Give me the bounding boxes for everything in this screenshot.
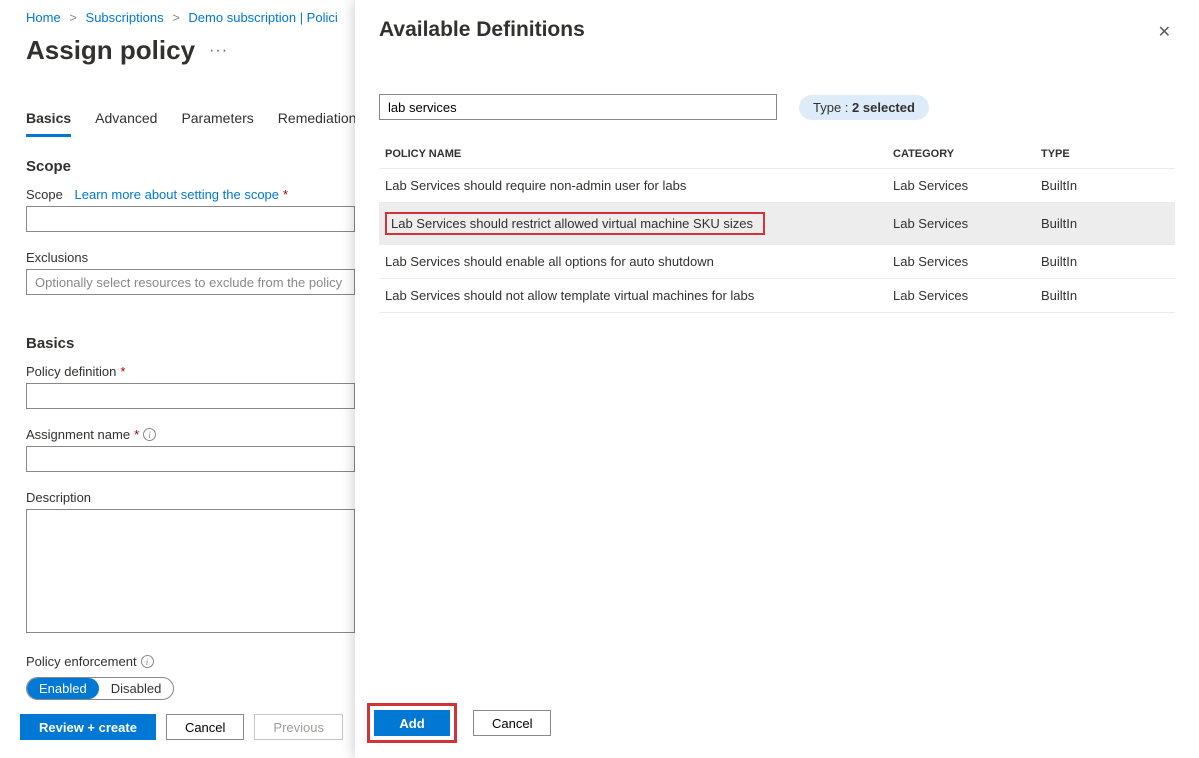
flyout-title: Available Definitions: [379, 18, 585, 42]
info-icon[interactable]: i: [143, 428, 156, 441]
assign-policy-panel: Home > Subscriptions > Demo subscription…: [0, 0, 355, 758]
close-icon: ✕: [1158, 24, 1171, 41]
policy-type-cell: BuiltIn: [1037, 245, 1175, 279]
chevron-right-icon: >: [69, 10, 77, 25]
enforcement-disabled[interactable]: Disabled: [99, 678, 174, 699]
policy-type-cell: BuiltIn: [1037, 169, 1175, 203]
scope-learn-more-link[interactable]: Learn more about setting the scope: [75, 187, 280, 202]
flyout-footer: Add Cancel: [367, 703, 551, 743]
filter-value: 2 selected: [852, 100, 915, 115]
description-label: Description: [26, 490, 91, 505]
policy-name-cell: Lab Services should require non-admin us…: [379, 169, 889, 203]
chevron-right-icon: >: [172, 10, 180, 25]
column-header-type[interactable]: TYPE: [1037, 140, 1175, 169]
policy-enforcement-toggle[interactable]: Enabled Disabled: [26, 677, 174, 700]
info-icon[interactable]: i: [141, 655, 154, 668]
required-asterisk: *: [120, 364, 125, 379]
cancel-button[interactable]: Cancel: [473, 710, 551, 736]
add-button-highlight: Add: [367, 703, 457, 743]
review-create-button[interactable]: Review + create: [20, 714, 156, 740]
close-button[interactable]: ✕: [1154, 18, 1175, 46]
available-definitions-flyout: Available Definitions ✕ Type : 2 selecte…: [355, 0, 1199, 758]
table-row[interactable]: Lab Services should enable all options f…: [379, 245, 1175, 279]
definitions-table: POLICY NAME CATEGORY TYPE Lab Services s…: [379, 140, 1175, 313]
breadcrumb-demo-subscription[interactable]: Demo subscription | Polici: [188, 10, 337, 25]
description-textarea[interactable]: [26, 509, 355, 633]
type-filter-pill[interactable]: Type : 2 selected: [799, 95, 929, 120]
table-row[interactable]: Lab Services should restrict allowed vir…: [379, 203, 1175, 245]
policy-category-cell: Lab Services: [889, 245, 1037, 279]
exclusions-label: Exclusions: [26, 250, 88, 265]
tab-advanced[interactable]: Advanced: [95, 110, 157, 137]
policy-name-cell: Lab Services should not allow template v…: [379, 279, 889, 313]
add-button[interactable]: Add: [374, 710, 450, 736]
basics-heading: Basics: [26, 335, 355, 352]
breadcrumb-home[interactable]: Home: [26, 10, 61, 25]
page-title: Assign policy: [26, 35, 195, 66]
highlighted-policy-name: Lab Services should restrict allowed vir…: [385, 212, 765, 235]
tab-remediation[interactable]: Remediation: [278, 110, 357, 137]
policy-definition-input[interactable]: [26, 383, 355, 409]
policy-category-cell: Lab Services: [889, 203, 1037, 245]
breadcrumb: Home > Subscriptions > Demo subscription…: [26, 10, 355, 25]
policy-category-cell: Lab Services: [889, 279, 1037, 313]
previous-button: Previous: [254, 714, 343, 740]
required-asterisk: *: [283, 187, 288, 202]
tab-parameters[interactable]: Parameters: [181, 110, 253, 137]
policy-name-cell: Lab Services should restrict allowed vir…: [379, 203, 889, 245]
breadcrumb-subscriptions[interactable]: Subscriptions: [86, 10, 164, 25]
cancel-button[interactable]: Cancel: [166, 714, 244, 740]
exclusions-input[interactable]: [26, 269, 355, 295]
policy-name-cell: Lab Services should enable all options f…: [379, 245, 889, 279]
assignment-name-input[interactable]: [26, 446, 355, 472]
column-header-name[interactable]: POLICY NAME: [379, 140, 889, 169]
enforcement-enabled[interactable]: Enabled: [27, 678, 99, 699]
policy-enforcement-label: Policy enforcement: [26, 654, 137, 669]
assignment-name-label: Assignment name: [26, 427, 130, 442]
tab-bar: Basics Advanced Parameters Remediation: [26, 110, 355, 138]
scope-heading: Scope: [26, 158, 355, 175]
scope-input[interactable]: [26, 206, 355, 232]
filter-label: Type :: [813, 100, 848, 115]
required-asterisk: *: [134, 427, 139, 442]
policy-type-cell: BuiltIn: [1037, 279, 1175, 313]
scope-label: Scope: [26, 187, 63, 202]
tab-basics[interactable]: Basics: [26, 110, 71, 137]
more-actions-button[interactable]: ···: [209, 42, 228, 60]
column-header-category[interactable]: CATEGORY: [889, 140, 1037, 169]
table-row[interactable]: Lab Services should require non-admin us…: [379, 169, 1175, 203]
policy-type-cell: BuiltIn: [1037, 203, 1175, 245]
policy-definition-label: Policy definition: [26, 364, 116, 379]
left-footer: Review + create Cancel Previous: [20, 714, 343, 740]
table-row[interactable]: Lab Services should not allow template v…: [379, 279, 1175, 313]
search-input[interactable]: [379, 94, 777, 120]
policy-category-cell: Lab Services: [889, 169, 1037, 203]
